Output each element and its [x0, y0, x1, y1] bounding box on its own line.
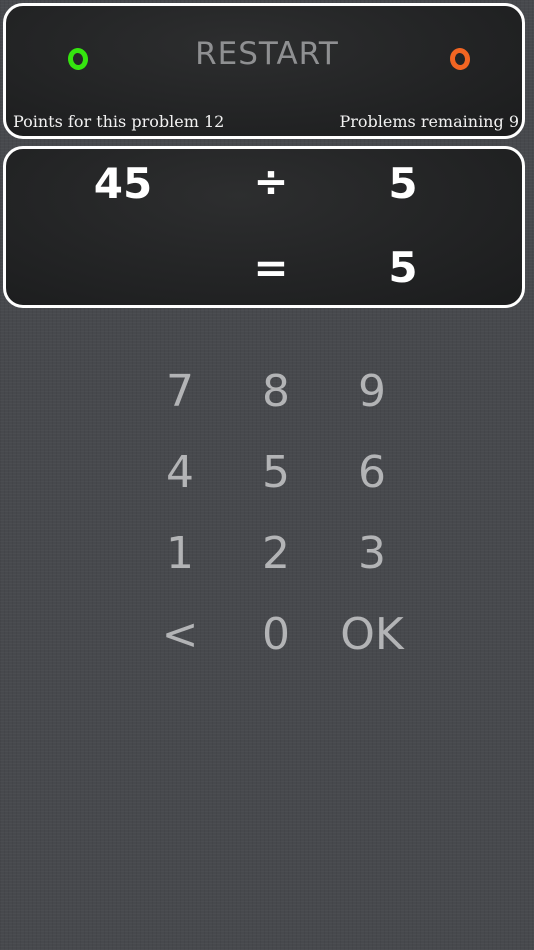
key-1[interactable]: 1 [132, 522, 228, 603]
key-2[interactable]: 2 [228, 522, 324, 603]
orange-circle-icon [448, 46, 472, 72]
equals-sign: = [253, 243, 289, 292]
ok-key[interactable]: OK [324, 603, 420, 684]
key-0[interactable]: 0 [228, 603, 324, 684]
key-4[interactable]: 4 [132, 441, 228, 522]
points-for-problem-label: Points for this problem 12 [13, 112, 225, 131]
key-6[interactable]: 6 [324, 441, 420, 522]
key-3[interactable]: 3 [324, 522, 420, 603]
answer-display: 5 [388, 243, 418, 292]
green-circle-icon [66, 46, 90, 72]
second-operand: 5 [388, 159, 418, 208]
restart-button[interactable]: RESTART [156, 36, 378, 72]
key-5[interactable]: 5 [228, 441, 324, 522]
key-9[interactable]: 9 [324, 360, 420, 441]
key-7[interactable]: 7 [132, 360, 228, 441]
division-sign: ÷ [253, 157, 289, 206]
first-operand: 45 [93, 159, 153, 208]
status-panel: RESTART Points for this problem 12 Probl… [3, 3, 525, 139]
number-keypad: 7 8 9 4 5 6 1 2 3 < 0 OK [132, 360, 420, 684]
problems-remaining-label: Problems remaining 9 [339, 112, 519, 131]
backspace-key[interactable]: < [132, 603, 228, 684]
problem-panel: 45 ÷ 5 = 5 [3, 146, 525, 308]
key-8[interactable]: 8 [228, 360, 324, 441]
